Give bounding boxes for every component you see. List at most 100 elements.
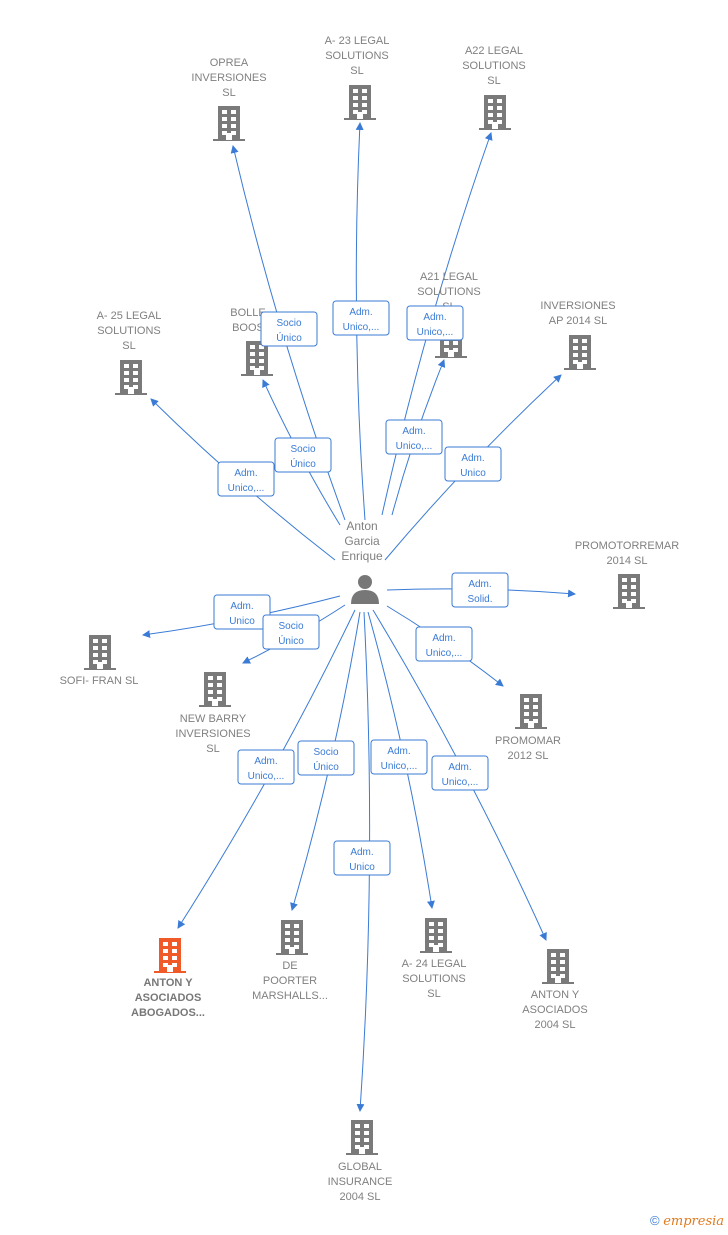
company-node-a24[interactable]: A- 24 LEGAL SOLUTIONS SL	[402, 918, 467, 1000]
edge-label[interactable]: Adm. Unico	[213, 594, 271, 630]
edge-label-text: Unico	[229, 616, 255, 627]
company-node-oprea[interactable]: OPREA INVERSIONES SL	[191, 57, 267, 141]
company-node-abogados[interactable]: ANTON Y ASOCIADOS ABOGADOS...	[131, 938, 205, 1019]
edge-label-text: Adm.	[468, 579, 491, 590]
building-icon[interactable]	[542, 949, 574, 984]
company-name[interactable]: SOLUTIONS	[97, 325, 161, 337]
company-name[interactable]: BOOS	[232, 322, 264, 334]
company-name[interactable]: INVERSIONES	[540, 300, 615, 312]
edge-label-text: Unico,...	[228, 483, 265, 494]
edge-label[interactable]: Adm. Unico,...	[370, 739, 428, 775]
company-name[interactable]: MARSHALLS...	[252, 990, 328, 1002]
company-name[interactable]: DE	[282, 960, 297, 972]
company-node-a23[interactable]: A- 23 LEGAL SOLUTIONS SL	[325, 35, 390, 120]
company-node-promotorremar[interactable]: PROMOTORREMAR 2014 SL	[575, 540, 679, 609]
company-name[interactable]: ANTON Y	[143, 977, 193, 989]
company-node-anton2004[interactable]: ANTON Y ASOCIADOS 2004 SL	[522, 949, 588, 1031]
edge-label-text: Adm.	[349, 307, 372, 318]
person-name[interactable]: Enrique	[341, 549, 383, 563]
company-name[interactable]: A- 24 LEGAL	[402, 958, 467, 970]
company-name[interactable]: SOFI- FRAN SL	[60, 675, 139, 687]
company-node-sofi[interactable]: SOFI- FRAN SL	[60, 635, 139, 687]
company-node-global[interactable]: GLOBAL INSURANCE 2004 SL	[328, 1120, 393, 1203]
building-icon[interactable]	[613, 574, 645, 609]
company-name[interactable]: SOLUTIONS	[402, 973, 466, 985]
company-name[interactable]: GLOBAL	[338, 1161, 382, 1173]
company-name[interactable]: SOLUTIONS	[462, 60, 526, 72]
company-name[interactable]: SL	[427, 988, 440, 1000]
edge-label[interactable]: Adm. Unico,...	[237, 749, 295, 785]
edge-label[interactable]: Adm. Unico	[444, 446, 502, 482]
edge-label-text: Socio	[313, 747, 338, 758]
building-icon[interactable]	[115, 360, 147, 395]
edge-label[interactable]: Adm. Unico,...	[431, 755, 489, 791]
edge-label[interactable]: Adm. Unico,...	[385, 419, 443, 455]
building-icon[interactable]	[344, 85, 376, 120]
company-name[interactable]: SL	[122, 340, 135, 352]
edge-label[interactable]: Adm. Unico	[333, 840, 391, 876]
company-name[interactable]: ASOCIADOS	[522, 1004, 587, 1016]
building-icon[interactable]	[154, 938, 186, 973]
building-icon[interactable]	[420, 918, 452, 953]
building-icon[interactable]	[564, 335, 596, 370]
company-node-promomar[interactable]: PROMOMAR 2012 SL	[495, 694, 561, 762]
company-name[interactable]: INVERSIONES	[191, 72, 266, 84]
edge-label[interactable]: Socio Único	[297, 740, 355, 776]
company-name[interactable]: SOLUTIONS	[417, 286, 481, 298]
building-icon[interactable]	[276, 920, 308, 955]
building-icon[interactable]	[479, 95, 511, 130]
person-node-anton[interactable]: AntonGarciaEnrique	[341, 519, 383, 604]
company-name[interactable]: OPREA	[210, 57, 249, 69]
company-name[interactable]: A21 LEGAL	[420, 271, 478, 283]
company-node-newbarry[interactable]: NEW BARRY INVERSIONES SL	[175, 672, 251, 755]
company-name[interactable]: ASOCIADOS	[135, 992, 202, 1004]
company-name[interactable]: SOLUTIONS	[325, 50, 389, 62]
building-icon[interactable]	[213, 106, 245, 141]
edge-label-text: Unico,...	[417, 327, 454, 338]
edge-label-text: Solid.	[467, 594, 492, 605]
edge-label[interactable]: Adm. Solid.	[451, 572, 509, 608]
edge-label-text: Unico	[460, 468, 486, 479]
company-node-depoorter[interactable]: DE POORTER MARSHALLS...	[252, 920, 328, 1002]
company-name[interactable]: 2014 SL	[607, 555, 648, 567]
company-name[interactable]: 2004 SL	[535, 1019, 576, 1031]
company-name[interactable]: AP 2014 SL	[549, 315, 608, 327]
company-name[interactable]: POORTER	[263, 975, 317, 987]
company-name[interactable]: ABOGADOS...	[131, 1007, 205, 1019]
edge-label[interactable]: Socio Único	[274, 437, 332, 473]
company-name[interactable]: SL	[206, 743, 219, 755]
company-name[interactable]: BOLLE	[230, 307, 265, 319]
company-name[interactable]: PROMOMAR	[495, 735, 561, 747]
company-name[interactable]: A22 LEGAL	[465, 45, 523, 57]
company-name[interactable]: 2004 SL	[340, 1191, 381, 1203]
company-name[interactable]: INVERSIONES	[175, 728, 250, 740]
company-node-invap[interactable]: INVERSIONES AP 2014 SL	[540, 300, 616, 370]
company-name[interactable]: A- 25 LEGAL	[97, 310, 162, 322]
edge-label[interactable]: Socio Único	[260, 311, 318, 347]
company-name[interactable]: INSURANCE	[328, 1176, 393, 1188]
edge-label[interactable]: Adm. Unico,...	[406, 305, 464, 341]
edge-label[interactable]: Adm. Unico,...	[217, 461, 275, 497]
edge-label[interactable]: Socio Único	[262, 614, 320, 650]
company-name[interactable]: 2012 SL	[508, 750, 549, 762]
building-icon[interactable]	[84, 635, 116, 670]
person-name[interactable]: Garcia	[344, 534, 380, 548]
brand-logo: empresia	[663, 1214, 725, 1229]
company-name[interactable]: ANTON Y	[531, 989, 580, 1001]
person-name[interactable]: Anton	[346, 519, 377, 533]
company-name[interactable]: A- 23 LEGAL	[325, 35, 390, 47]
company-name[interactable]: SL	[222, 87, 235, 99]
company-name[interactable]: NEW BARRY	[180, 713, 247, 725]
company-node-a22[interactable]: A22 LEGAL SOLUTIONS SL	[462, 45, 526, 130]
edge-label-text: Adm.	[350, 847, 373, 858]
edge-label-text: Adm.	[234, 468, 257, 479]
edge-label[interactable]: Adm. Unico,...	[332, 300, 390, 336]
company-node-a25[interactable]: A- 25 LEGAL SOLUTIONS SL	[97, 310, 162, 395]
building-icon[interactable]	[346, 1120, 378, 1155]
edge-label[interactable]: Adm. Unico,...	[415, 626, 473, 662]
building-icon[interactable]	[515, 694, 547, 729]
company-name[interactable]: PROMOTORREMAR	[575, 540, 679, 552]
building-icon[interactable]	[199, 672, 231, 707]
company-name[interactable]: SL	[487, 75, 500, 87]
company-name[interactable]: SL	[350, 65, 363, 77]
